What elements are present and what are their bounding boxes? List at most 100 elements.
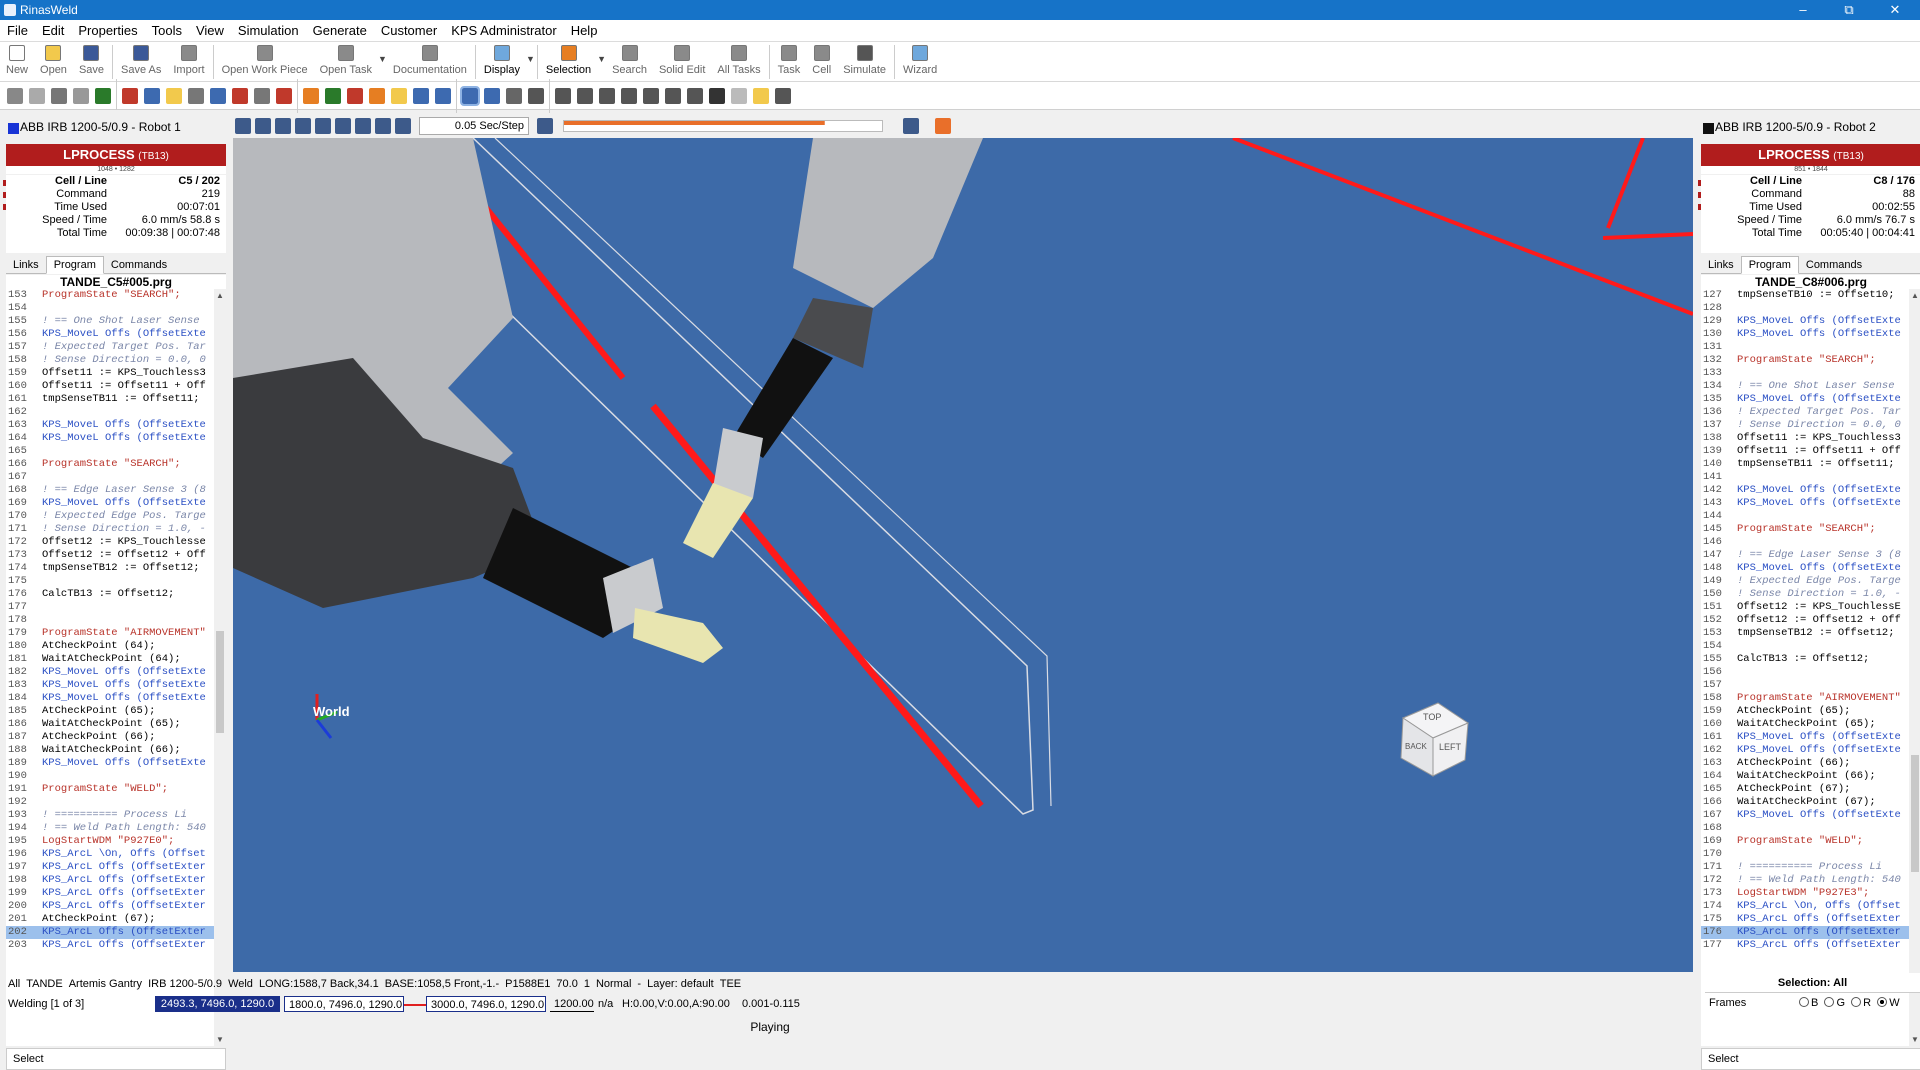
tool-icon-14[interactable] [325,87,341,104]
r2-code-line[interactable]: 169 ProgramState "WELD"; [1701,835,1909,848]
dropdown-arrow-icon[interactable]: ▼ [597,42,606,64]
tool-icon-24[interactable] [555,87,571,104]
play-icon[interactable] [295,118,311,134]
step-forward-icon[interactable] [315,118,331,134]
r2-code-line[interactable]: 127 tmpSenseTB10 := Offset10; [1701,289,1909,302]
r1-code-line[interactable]: 162 [6,406,214,419]
tool-icon-1[interactable] [29,87,45,104]
radio-g[interactable] [1824,997,1835,1007]
r2-code-line[interactable]: 132 ProgramState "SEARCH"; [1701,354,1909,367]
r2-code-line[interactable]: 172 ! == Weld Path Length: 540 [1701,874,1909,887]
minus-icon[interactable] [395,118,411,134]
stop-icon[interactable] [255,118,271,134]
tool-icon-15[interactable] [347,87,363,104]
r1-code-line[interactable]: 203 KPS_ArcL Offs (OffsetExter [6,939,214,952]
dropdown-arrow-icon[interactable]: ▼ [378,42,387,64]
r2-select-box[interactable]: Select [1701,1048,1920,1070]
menu-kps-administrator[interactable]: KPS Administrator [444,20,564,41]
r1-code-line[interactable]: 153 ProgramState "SEARCH"; [6,289,214,302]
tool-icon-18[interactable] [413,87,429,104]
r2-code-line[interactable]: 141 [1701,471,1909,484]
record-icon[interactable] [935,118,951,134]
open-task-button[interactable]: Open Task [314,42,378,82]
menu-file[interactable]: File [0,20,35,41]
r2-code-line[interactable]: 154 [1701,640,1909,653]
r1-code-line[interactable]: 200 KPS_ArcL Offs (OffsetExter [6,900,214,913]
r1-code-line[interactable]: 163 KPS_MoveL Offs (OffsetExte [6,419,214,432]
r2-code-line[interactable]: 146 [1701,536,1909,549]
timeline-slider[interactable] [563,120,883,132]
r1-code-line[interactable]: 197 KPS_ArcL Offs (OffsetExter [6,861,214,874]
r1-code-line[interactable]: 166 ProgramState "SEARCH"; [6,458,214,471]
r1-code-line[interactable]: 182 KPS_MoveL Offs (OffsetExte [6,666,214,679]
r2-code-editor[interactable]: 127 tmpSenseTB10 := Offset10; 128 129 KPS_Mo… [1701,289,1909,1046]
r2-code-line[interactable]: 143 KPS_MoveL Offs (OffsetExte [1701,497,1909,510]
selection-button[interactable]: Selection [540,42,597,82]
r2-code-line[interactable]: 175 KPS_ArcL Offs (OffsetExter [1701,913,1909,926]
dropdown-arrow-icon[interactable]: ▼ [526,42,535,64]
menu-properties[interactable]: Properties [71,20,144,41]
r2-tab-program[interactable]: Program [1740,256,1799,274]
close-icon[interactable]: ✕ [1872,0,1918,20]
r1-code-line[interactable]: 185 AtCheckPoint (65); [6,705,214,718]
r2-code-line[interactable]: 137 ! Sense Direction = 0.0, 0 [1701,419,1909,432]
r1-code-line[interactable]: 187 AtCheckPoint (66); [6,731,214,744]
task-button[interactable]: Task [772,42,807,82]
r1-code-editor[interactable]: 153 ProgramState "SEARCH"; 154 155 ! == One … [6,289,214,1046]
pause-icon[interactable] [275,118,291,134]
r2-code-line[interactable]: 164 WaitAtCheckPoint (66); [1701,770,1909,783]
r1-code-line[interactable]: 177 [6,601,214,614]
tool-icon-27[interactable] [621,87,637,104]
tool-icon-0[interactable] [7,87,23,104]
r1-code-line[interactable]: 180 AtCheckPoint (64); [6,640,214,653]
tool-icon-13[interactable] [303,87,319,104]
tool-icon-16[interactable] [369,87,385,104]
r1-code-line[interactable]: 168 ! == Edge Laser Sense 3 (8 [6,484,214,497]
r2-code-line[interactable]: 129 KPS_MoveL Offs (OffsetExte [1701,315,1909,328]
tool-icon-11[interactable] [254,87,270,104]
tool-icon-22[interactable] [506,87,522,104]
menu-generate[interactable]: Generate [306,20,374,41]
r1-tab-commands[interactable]: Commands [104,257,174,273]
r1-code-line[interactable]: 181 WaitAtCheckPoint (64); [6,653,214,666]
display-button[interactable]: Display [478,42,526,82]
tool-icon-34[interactable] [775,87,791,104]
r1-code-line[interactable]: 183 KPS_MoveL Offs (OffsetExte [6,679,214,692]
loop-icon[interactable] [355,118,371,134]
r1-code-line[interactable]: 158 ! Sense Direction = 0.0, 0 [6,354,214,367]
r1-code-line[interactable]: 184 KPS_MoveL Offs (OffsetExte [6,692,214,705]
r2-tab-commands[interactable]: Commands [1799,257,1869,273]
r2-code-line[interactable]: 173 LogStartWDM "P927E3"; [1701,887,1909,900]
r2-code-line[interactable]: 152 Offset12 := Offset12 + Off [1701,614,1909,627]
3d-viewport[interactable]: World TOP BACK LEFT [233,138,1693,972]
r2-code-line[interactable]: 134 ! == One Shot Laser Sense [1701,380,1909,393]
r1-tab-program[interactable]: Program [45,256,104,274]
tool-icon-10[interactable] [232,87,248,104]
r2-code-line[interactable]: 131 [1701,341,1909,354]
r2-code-line[interactable]: 161 KPS_MoveL Offs (OffsetExte [1701,731,1909,744]
r1-code-line[interactable]: 198 KPS_ArcL Offs (OffsetExter [6,874,214,887]
r1-code-line[interactable]: 174 tmpSenseTB12 := Offset12; [6,562,214,575]
r1-code-line[interactable]: 167 [6,471,214,484]
r1-code-line[interactable]: 164 KPS_MoveL Offs (OffsetExte [6,432,214,445]
r2-code-line[interactable]: 148 KPS_MoveL Offs (OffsetExte [1701,562,1909,575]
all-tasks-button[interactable]: All Tasks [711,42,766,82]
r2-code-line[interactable]: 147 ! == Edge Laser Sense 3 (8 [1701,549,1909,562]
open-work-piece-button[interactable]: Open Work Piece [216,42,314,82]
r2-code-line[interactable]: 160 WaitAtCheckPoint (65); [1701,718,1909,731]
camera-icon[interactable] [537,118,553,134]
r1-code-line[interactable]: 190 [6,770,214,783]
menu-edit[interactable]: Edit [35,20,71,41]
r1-scroll-up-icon[interactable]: ▲ [214,291,226,300]
r1-tab-links[interactable]: Links [6,257,46,273]
r2-code-line[interactable]: 153 tmpSenseTB12 := Offset12; [1701,627,1909,640]
r1-code-line[interactable]: 165 [6,445,214,458]
r1-code-line[interactable]: 176 CalcTB13 := Offset12; [6,588,214,601]
r1-code-line[interactable]: 192 [6,796,214,809]
r1-code-line[interactable]: 157 ! Expected Target Pos. Tar [6,341,214,354]
r2-code-line[interactable]: 157 [1701,679,1909,692]
r1-code-line[interactable]: 195 LogStartWDM "P927E0"; [6,835,214,848]
r1-code-line[interactable]: 186 WaitAtCheckPoint (65); [6,718,214,731]
tool-icon-33[interactable] [753,87,769,104]
r2-code-line[interactable]: 139 Offset11 := Offset11 + Off [1701,445,1909,458]
